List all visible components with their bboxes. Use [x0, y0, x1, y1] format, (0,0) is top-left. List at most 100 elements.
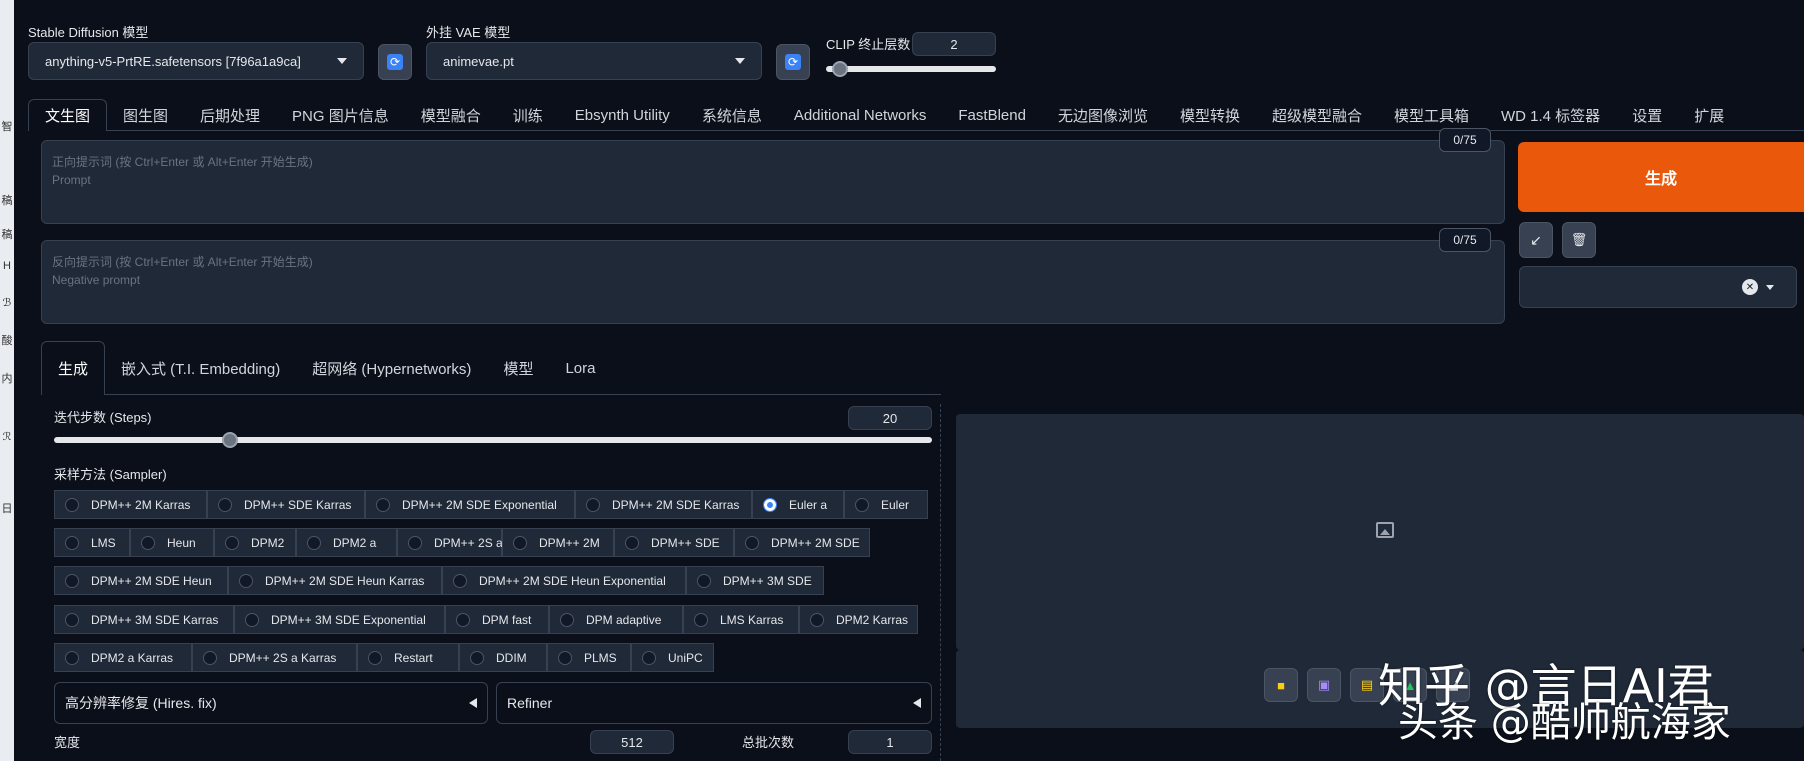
subtab-embedding[interactable]: 嵌入式 (T.I. Embedding) — [105, 341, 296, 395]
radio-button-icon[interactable] — [203, 650, 217, 665]
subtab-hypernetworks[interactable]: 超网络 (Hypernetworks) — [296, 341, 487, 395]
sampler-option[interactable]: LMS Karras — [683, 605, 799, 634]
radio-button-icon[interactable] — [307, 535, 321, 550]
radio-button-icon[interactable] — [408, 535, 422, 550]
sd-model-select[interactable]: anything-v5-PrtRE.safetensors [7f96a1a9c… — [28, 42, 364, 80]
sampler-option[interactable]: DPM++ 3M SDE — [686, 566, 824, 595]
radio-button-icon[interactable] — [239, 573, 253, 588]
radio-button-icon[interactable] — [810, 612, 824, 627]
radio-button-icon[interactable] — [694, 612, 708, 627]
sampler-option[interactable]: Euler — [844, 490, 928, 519]
radio-button-icon[interactable] — [560, 612, 574, 627]
radio-button-icon[interactable] — [453, 573, 467, 588]
sampler-option[interactable]: DPM++ SDE Karras — [207, 490, 365, 519]
radio-button-icon[interactable] — [245, 612, 259, 627]
tab-ebsynth[interactable]: Ebsynth Utility — [559, 99, 686, 131]
tab-txt2img[interactable]: 文生图 — [28, 99, 108, 131]
hires-fix-accordion[interactable]: 高分辨率修复 (Hires. fix) — [54, 682, 488, 724]
tab-wd14-tagger[interactable]: WD 1.4 标签器 — [1485, 99, 1616, 131]
sampler-option[interactable]: DPM++ 2M SDE Heun Karras — [228, 566, 442, 595]
sampler-option[interactable]: DPM++ 3M SDE Exponential — [234, 605, 445, 634]
radio-button-icon[interactable] — [368, 650, 382, 665]
sampler-option[interactable]: DPM++ 2M SDE Heun — [54, 566, 228, 595]
tab-fastblend[interactable]: FastBlend — [942, 99, 1042, 131]
radio-button-icon[interactable] — [141, 535, 155, 550]
radio-button-icon[interactable] — [470, 650, 484, 665]
radio-button-icon[interactable] — [65, 535, 79, 550]
sampler-option[interactable]: DPM++ 2M Karras — [54, 490, 207, 519]
tab-extensions[interactable]: 扩展 — [1678, 99, 1740, 131]
open-folder-button[interactable]: ■ — [1264, 668, 1298, 702]
sampler-option[interactable]: DPM2 a — [296, 528, 397, 557]
radio-button-icon[interactable] — [65, 612, 79, 627]
subtab-generation[interactable]: 生成 — [41, 341, 106, 395]
tab-extras[interactable]: 后期处理 — [184, 99, 276, 131]
tab-model-converter[interactable]: 模型转换 — [1164, 99, 1256, 131]
clear-prompt-button[interactable]: 🗑 — [1562, 222, 1596, 258]
sampler-option[interactable]: DPM++ 2S a — [397, 528, 503, 557]
sampler-option[interactable]: DPM fast — [445, 605, 549, 634]
sampler-option[interactable]: DPM2 — [214, 528, 296, 557]
sampler-option[interactable]: DPM++ 2M SDE Exponential — [365, 490, 575, 519]
clip-skip-input[interactable]: 2 — [912, 32, 996, 56]
refiner-accordion[interactable]: Refiner — [496, 682, 932, 724]
sampler-option[interactable]: Restart — [357, 643, 459, 672]
refresh-sd-button[interactable]: ⟳ — [378, 44, 412, 80]
tab-settings[interactable]: 设置 — [1616, 99, 1678, 131]
radio-button-icon[interactable] — [558, 650, 572, 665]
tab-super-merger[interactable]: 超级模型融合 — [1256, 99, 1378, 131]
radio-button-icon[interactable] — [697, 573, 711, 588]
radio-button-icon[interactable] — [376, 497, 390, 512]
width-input[interactable]: 512 — [590, 730, 674, 754]
subtab-checkpoints[interactable]: 模型 — [487, 341, 549, 395]
tab-additional-networks[interactable]: Additional Networks — [778, 99, 943, 131]
save-button[interactable]: ▣ — [1307, 668, 1341, 702]
sampler-option[interactable]: Heun — [130, 528, 214, 557]
sampler-option[interactable]: DPM++ 2M SDE Karras — [575, 490, 752, 519]
radio-button-icon[interactable] — [65, 650, 79, 665]
sampler-option[interactable]: DPM++ 2M SDE Heun Exponential — [442, 566, 686, 595]
tab-model-toolkit[interactable]: 模型工具箱 — [1378, 99, 1485, 131]
tab-train[interactable]: 训练 — [497, 99, 559, 131]
sampler-option[interactable]: DPM2 Karras — [799, 605, 918, 634]
radio-button-icon[interactable] — [65, 573, 79, 588]
steps-input[interactable]: 20 — [848, 406, 932, 430]
sampler-option[interactable]: DPM++ SDE — [614, 528, 734, 557]
prompt-textarea[interactable]: 正向提示词 (按 Ctrl+Enter 或 Alt+Enter 开始生成) Pr… — [41, 140, 1505, 224]
read-params-button[interactable]: ↙ — [1519, 222, 1553, 258]
radio-button-icon[interactable] — [763, 497, 777, 512]
steps-slider[interactable] — [54, 437, 932, 443]
steps-slider-thumb[interactable] — [221, 432, 238, 448]
radio-button-icon[interactable] — [586, 497, 600, 512]
sampler-option[interactable]: PLMS — [547, 643, 631, 672]
negative-prompt-textarea[interactable]: 反向提示词 (按 Ctrl+Enter 或 Alt+Enter 开始生成) Ne… — [41, 240, 1505, 324]
radio-button-icon[interactable] — [65, 497, 79, 512]
radio-button-icon[interactable] — [225, 535, 239, 550]
sampler-option[interactable]: DPM++ 2M SDE — [734, 528, 870, 557]
radio-button-icon[interactable] — [642, 650, 656, 665]
sampler-option[interactable]: DPM adaptive — [549, 605, 683, 634]
clip-skip-slider[interactable] — [826, 66, 996, 72]
radio-button-icon[interactable] — [745, 535, 759, 550]
radio-button-icon[interactable] — [513, 535, 527, 550]
sampler-option[interactable]: DPM++ 2M — [502, 528, 614, 557]
tab-checkpoint-merger[interactable]: 模型融合 — [405, 99, 497, 131]
sampler-option[interactable]: UniPC — [631, 643, 714, 672]
batch-count-input[interactable]: 1 — [848, 730, 932, 754]
subtab-lora[interactable]: Lora — [549, 341, 611, 395]
vae-model-select[interactable]: animevae.pt — [426, 42, 762, 80]
sampler-option[interactable]: DPM++ 3M SDE Karras — [54, 605, 234, 634]
tab-image-browser[interactable]: 无边图像浏览 — [1042, 99, 1164, 131]
sampler-option[interactable]: DDIM — [459, 643, 547, 672]
sampler-option[interactable]: DPM++ 2S a Karras — [192, 643, 357, 672]
tab-png-info[interactable]: PNG 图片信息 — [276, 99, 405, 131]
radio-button-icon[interactable] — [625, 535, 639, 550]
sampler-option[interactable]: Euler a — [752, 490, 844, 519]
radio-button-icon[interactable] — [456, 612, 470, 627]
tab-system-info[interactable]: 系统信息 — [686, 99, 778, 131]
radio-button-icon[interactable] — [855, 497, 869, 512]
sampler-option[interactable]: DPM2 a Karras — [54, 643, 192, 672]
sampler-option[interactable]: LMS — [54, 528, 130, 557]
refresh-vae-button[interactable]: ⟳ — [776, 44, 810, 80]
styles-select[interactable]: ✕ — [1519, 266, 1797, 308]
